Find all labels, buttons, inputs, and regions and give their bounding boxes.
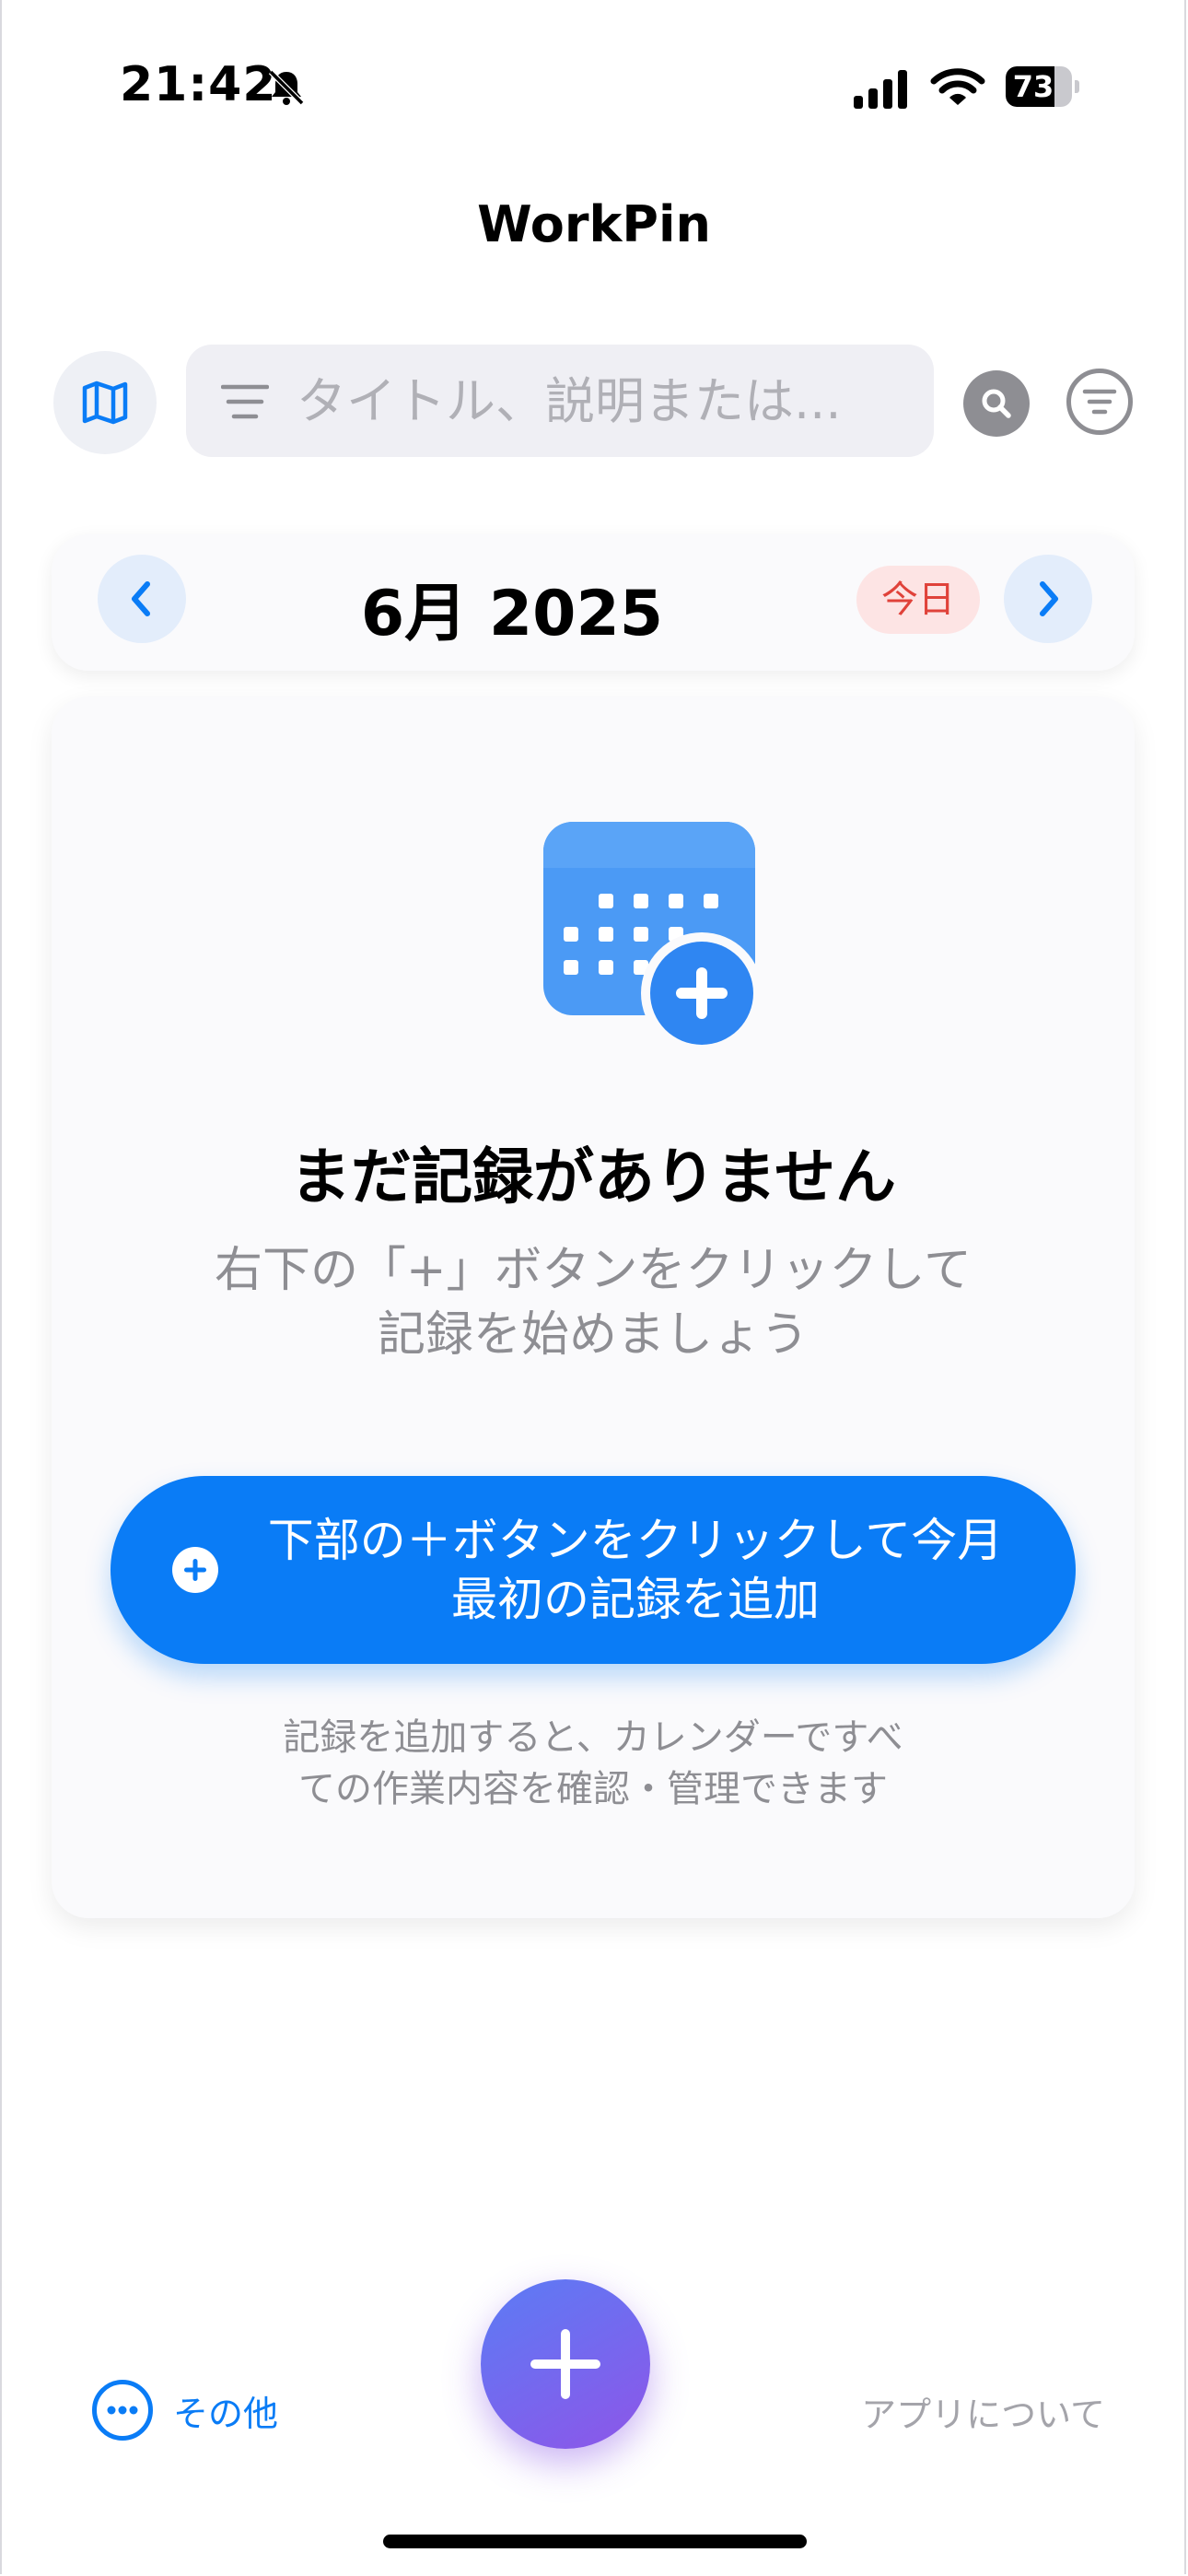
empty-state-title: まだ記録がありません: [289, 1142, 897, 1212]
search-input[interactable]: [297, 365, 914, 437]
ellipsis-circle-icon: [92, 2380, 153, 2441]
battery-cap: [1075, 80, 1079, 93]
more-label: その他: [173, 2393, 279, 2434]
empty-state-hint-line1: 記録を追加すると、カレンダーですべ: [283, 1716, 903, 1759]
empty-state-card: まだ記録がありません 右下の「+」ボタンをクリックして 記録を始めましょう 下部…: [52, 697, 1135, 1918]
filter-button[interactable]: [1066, 369, 1133, 435]
add-first-record-label-line1: 下部の＋ボタンをクリックして今月: [267, 1514, 1004, 1567]
app-title: WorkPin: [477, 195, 711, 253]
battery-icon: 73: [1006, 66, 1072, 107]
empty-state-subtitle: 右下の「+」ボタンをクリックして 記録を始めましょう: [162, 1238, 1024, 1367]
add-record-fab[interactable]: [481, 2279, 650, 2449]
wifi-icon: [930, 68, 985, 105]
add-first-record-button[interactable]: 下部の＋ボタンをクリックして今月 最初の記録を追加: [111, 1476, 1076, 1664]
today-button[interactable]: 今日: [856, 566, 980, 634]
plus-icon: [530, 2329, 600, 2399]
list-filter-icon: [221, 384, 269, 419]
chevron-left-icon: [132, 581, 150, 616]
cellular-signal-icon: [854, 70, 907, 109]
empty-state-hint: 記録を追加すると、カレンダーですべ ての作業内容を確認・管理できます: [199, 1712, 987, 1815]
home-indicator: [383, 2535, 807, 2548]
month-title: 6月 2025: [360, 578, 664, 650]
search-bar[interactable]: [186, 345, 934, 457]
status-time: 21:42: [120, 57, 277, 112]
month-header: 6月 2025 今日: [52, 534, 1135, 671]
map-icon: [82, 381, 128, 425]
empty-state-subtitle-line1: 右下の「+」ボタンをクリックして: [214, 1243, 972, 1298]
magnifier-icon: [982, 389, 1011, 418]
about-app-link[interactable]: アプリについて: [829, 2386, 1105, 2437]
chevron-right-icon: [1040, 581, 1058, 616]
prev-month-button[interactable]: [98, 555, 186, 643]
add-first-record-label: 下部の＋ボタンをクリックして今月 最初の記録を追加: [239, 1511, 1031, 1629]
filter-icon: [1082, 389, 1117, 415]
ellipsis-dots: [107, 2406, 138, 2415]
empty-state-subtitle-line2: 記録を始めましょう: [377, 1307, 809, 1363]
plus-circle-icon: [172, 1547, 218, 1593]
map-button[interactable]: [53, 351, 157, 454]
calendar-add-icon: [543, 822, 763, 1054]
bell-slash-icon: [268, 69, 305, 106]
more-button[interactable]: その他: [92, 2377, 278, 2443]
add-first-record-label-line2: 最初の記録を追加: [451, 1573, 820, 1626]
search-button[interactable]: [963, 370, 1030, 437]
battery-text: 73: [1012, 69, 1054, 104]
empty-state-hint-line2: ての作業内容を確認・管理できます: [298, 1768, 888, 1810]
next-month-button[interactable]: [1004, 555, 1092, 643]
battery-indicator: 73: [1006, 66, 1079, 107]
